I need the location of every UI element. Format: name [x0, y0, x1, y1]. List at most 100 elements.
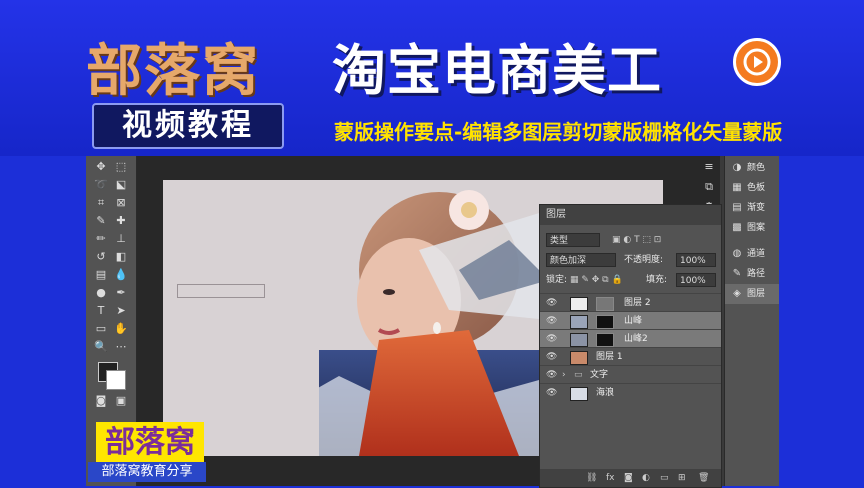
- fill-label: 填充:: [646, 275, 668, 285]
- layers-icon: ◈: [733, 288, 741, 299]
- layers-panel-tab[interactable]: 图层: [540, 205, 721, 225]
- eye-icon[interactable]: 👁: [546, 294, 557, 312]
- healing-tool-icon[interactable]: ✚: [114, 214, 128, 228]
- lock-row: 锁定: ▦ ✎ ✥ ⧉ 🔒 填充: 100%: [540, 271, 721, 289]
- layer-name: 文字: [590, 370, 609, 380]
- background-color-swatch[interactable]: [106, 370, 126, 390]
- history-brush-icon[interactable]: ↺: [94, 250, 108, 264]
- blend-mode-row: 颜色加深 不透明度: 100%: [540, 251, 721, 269]
- eye-icon[interactable]: 👁: [546, 312, 557, 330]
- move-tool-icon[interactable]: ✥: [94, 160, 108, 174]
- dock-pattern[interactable]: ▩ 图案: [725, 218, 779, 238]
- history-panel-icon[interactable]: ⧉: [702, 180, 716, 194]
- layer-name: 山峰2: [624, 334, 648, 344]
- shape-tool-icon[interactable]: ▭: [94, 322, 108, 336]
- watermark-logo: 部落窝: [96, 422, 204, 464]
- link-layers-icon[interactable]: ⛓: [586, 469, 597, 487]
- layer-filter-row: 类型 ▣ ◐ T ⬚ ⊡: [540, 231, 721, 249]
- layer-row[interactable]: 👁 图层 2: [540, 293, 721, 311]
- layer-row[interactable]: 👁 海浪: [540, 383, 721, 401]
- layer-thumbnail: [570, 333, 588, 347]
- double-exposure-portrait: [319, 190, 559, 456]
- eye-icon[interactable]: 👁: [546, 348, 557, 366]
- paths-icon: ✎: [732, 268, 742, 279]
- filter-kind-select[interactable]: 类型: [546, 233, 600, 247]
- pattern-icon: ▩: [732, 222, 742, 233]
- headline: 淘宝电商美工: [332, 39, 662, 102]
- layer-row[interactable]: 👁 山峰: [540, 311, 721, 329]
- opacity-label: 不透明度:: [624, 255, 664, 265]
- color-wheel-icon: ◑: [732, 162, 742, 173]
- dock-layers[interactable]: ◈ 图层: [725, 284, 779, 304]
- eyedropper-tool-icon[interactable]: ✎: [94, 214, 108, 228]
- lock-label: 锁定:: [546, 275, 568, 285]
- quick-mask-icon[interactable]: ◙: [94, 394, 108, 408]
- pen-tool-icon[interactable]: ✒: [114, 286, 128, 300]
- gradient-tool-icon[interactable]: ▤: [94, 268, 108, 282]
- quick-select-tool-icon[interactable]: ⬕: [114, 178, 128, 192]
- panel-toggle-icon[interactable]: ≡: [702, 160, 716, 174]
- trash-icon[interactable]: 🗑: [698, 469, 709, 487]
- zoom-tool-icon[interactable]: 🔍: [94, 340, 108, 354]
- fill-input[interactable]: 100%: [676, 273, 716, 287]
- path-select-tool-icon[interactable]: ➤: [114, 304, 128, 318]
- dock-gradient[interactable]: ▤ 渐变: [725, 198, 779, 218]
- fx-button[interactable]: fx: [606, 469, 615, 487]
- adjustment-layer-icon[interactable]: ◐: [642, 469, 650, 487]
- blend-mode-select[interactable]: 颜色加深: [546, 253, 616, 267]
- right-panel-dock: ◑ 颜色 ▦ 色板 ▤ 渐变 ▩ 图案 ◍ 通道 ✎ 路径 ◈ 图层: [724, 156, 779, 486]
- layer-thumbnail: [570, 387, 588, 401]
- lasso-tool-icon[interactable]: ➰: [94, 178, 108, 192]
- layers-panel: 图层 类型 ▣ ◐ T ⬚ ⊡ 颜色加深 不透明度: 100% 锁定: ▦ ✎ …: [539, 204, 722, 488]
- new-layer-icon[interactable]: ⊞: [678, 469, 686, 487]
- crop-tool-icon[interactable]: ⌗: [94, 196, 108, 210]
- frame-tool-icon[interactable]: ⊠: [114, 196, 128, 210]
- add-mask-icon[interactable]: ◙: [624, 469, 633, 487]
- brush-tool-icon[interactable]: ✏: [94, 232, 108, 246]
- hand-tool-icon[interactable]: ✋: [114, 322, 128, 336]
- type-tool-icon[interactable]: T: [94, 304, 108, 318]
- filter-type-icons[interactable]: ▣ ◐ T ⬚ ⊡: [612, 231, 661, 249]
- dock-swatches[interactable]: ▦ 色板: [725, 178, 779, 198]
- gradient-icon: ▤: [732, 202, 742, 213]
- eraser-tool-icon[interactable]: ◧: [114, 250, 128, 264]
- layer-thumbnail: [570, 315, 588, 329]
- layer-row[interactable]: 👁 图层 1: [540, 347, 721, 365]
- eye-icon[interactable]: 👁: [546, 330, 557, 348]
- eye-icon[interactable]: 👁: [546, 384, 557, 402]
- more-tools-icon[interactable]: ⋯: [114, 340, 128, 354]
- blur-tool-icon[interactable]: 💧: [114, 268, 128, 282]
- mask-thumbnail: [596, 333, 614, 347]
- channels-icon: ◍: [732, 248, 742, 259]
- brand-subtitle: 视频教程: [92, 103, 284, 149]
- layers-panel-footer: ⛓ fx ◙ ◐ ▭ ⊞ 🗑: [540, 469, 721, 487]
- mask-thumbnail: [596, 297, 614, 311]
- dock-paths[interactable]: ✎ 路径: [725, 264, 779, 284]
- watermark-caption: 部落窝教育分享: [88, 462, 206, 482]
- layer-row[interactable]: 👁 山峰2: [540, 329, 721, 347]
- dock-color[interactable]: ◑ 颜色: [725, 158, 779, 178]
- mask-thumbnail: [596, 315, 614, 329]
- lock-icons[interactable]: ▦ ✎ ✥ ⧉ 🔒: [570, 271, 623, 289]
- layer-name: 海浪: [596, 388, 615, 398]
- layer-group-row[interactable]: 👁 › ▭ 文字: [540, 365, 721, 383]
- layer-name: 图层 2: [624, 298, 651, 308]
- lesson-subtitle: 蒙版操作要点-编辑多图层剪切蒙版栅格化矢量蒙版: [334, 120, 783, 144]
- dock-channels[interactable]: ◍ 通道: [725, 244, 779, 264]
- folder-icon: ▭: [574, 370, 583, 380]
- stamp-tool-icon[interactable]: ⊥: [114, 232, 128, 246]
- opacity-input[interactable]: 100%: [676, 253, 716, 267]
- dodge-tool-icon[interactable]: ●: [94, 286, 108, 300]
- eye-icon[interactable]: 👁: [546, 366, 557, 384]
- play-logo-icon: [733, 38, 781, 86]
- layer-name: 图层 1: [596, 352, 623, 362]
- chevron-right-icon[interactable]: ›: [562, 366, 566, 384]
- swatches-icon: ▦: [732, 182, 742, 193]
- layer-name: 山峰: [624, 316, 643, 326]
- screen-mode-icon[interactable]: ▣: [114, 394, 128, 408]
- banner: 部落窝 视频教程 淘宝电商美工 蒙版操作要点-编辑多图层剪切蒙版栅格化矢量蒙版: [0, 0, 864, 156]
- new-group-icon[interactable]: ▭: [660, 469, 669, 487]
- marquee-tool-icon[interactable]: ⬚: [114, 160, 128, 174]
- layer-thumbnail: [570, 297, 588, 311]
- brand-logo-text: 部落窝: [86, 39, 260, 104]
